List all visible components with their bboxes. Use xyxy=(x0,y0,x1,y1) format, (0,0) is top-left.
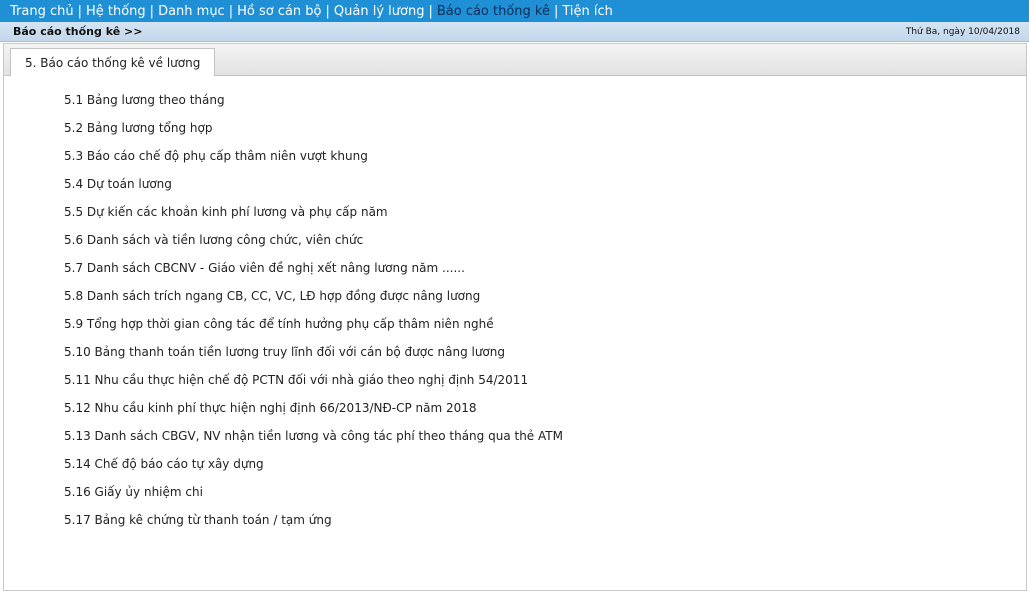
nav-item-1[interactable]: Hệ thống xyxy=(82,4,150,19)
nav-item-3[interactable]: Hồ sơ cán bộ xyxy=(233,4,325,19)
report-link[interactable]: 5.9 Tổng hợp thời gian công tác để tính … xyxy=(64,317,563,345)
nav-item-6[interactable]: Tiện ích xyxy=(558,4,617,19)
current-date: Thứ Ba, ngày 10/04/2018 xyxy=(905,26,1020,37)
report-link[interactable]: 5.1 Bảng lương theo tháng xyxy=(64,93,563,121)
report-link[interactable]: 5.16 Giấy ủy nhiệm chi xyxy=(64,485,563,513)
report-link[interactable]: 5.17 Bảng kê chứng từ thanh toán / tạm ứ… xyxy=(64,513,563,541)
report-link[interactable]: 5.8 Danh sách trích ngang CB, CC, VC, LĐ… xyxy=(64,289,563,317)
report-link[interactable]: 5.12 Nhu cầu kinh phí thực hiện nghị địn… xyxy=(64,401,563,429)
tab-salary-reports[interactable]: 5. Báo cáo thống kê về lương xyxy=(10,48,216,76)
report-link[interactable]: 5.11 Nhu cầu thực hiện chế độ PCTN đối v… xyxy=(64,373,563,401)
report-link[interactable]: 5.3 Báo cáo chế độ phụ cấp thâm niên vượ… xyxy=(64,149,563,177)
nav-item-5[interactable]: Báo cáo thống kê xyxy=(433,4,554,19)
report-link[interactable]: 5.6 Danh sách và tiền lương công chức, v… xyxy=(64,233,563,261)
report-list: 5.1 Bảng lương theo tháng 5.2 Bảng lương … xyxy=(64,93,563,541)
report-link[interactable]: 5.14 Chế độ báo cáo tự xây dựng xyxy=(64,457,563,485)
nav-item-0[interactable]: Trang chủ xyxy=(6,4,78,19)
top-nav-bar: Trang chủ | Hệ thống | Danh mục | Hồ sơ cán bộ… xyxy=(0,0,1029,22)
nav-item-4[interactable]: Quản lý lương xyxy=(330,4,429,19)
report-link[interactable]: 5.7 Danh sách CBCNV - Giáo viên đề nghị … xyxy=(64,261,563,289)
report-link[interactable]: 5.10 Bảng thanh toán tiền lương truy lĩn… xyxy=(64,345,563,373)
report-panel: 5. Báo cáo thống kê về lương 5.1 Bảng lư… xyxy=(3,43,1027,591)
nav-item-2[interactable]: Danh mục xyxy=(154,4,229,19)
breadcrumb: Báo cáo thống kê >> xyxy=(13,25,143,38)
tab-strip: 5. Báo cáo thống kê về lương xyxy=(4,44,1026,76)
report-link[interactable]: 5.5 Dự kiến các khoản kinh phí lương và … xyxy=(64,205,563,233)
report-link[interactable]: 5.4 Dự toán lương xyxy=(64,177,563,205)
sub-header-bar: Báo cáo thống kê >> Thứ Ba, ngày 10/04/2… xyxy=(0,22,1029,42)
report-link[interactable]: 5.13 Danh sách CBGV, NV nhận tiền lương … xyxy=(64,429,563,457)
report-link[interactable]: 5.2 Bảng lương tổng hợp xyxy=(64,121,563,149)
